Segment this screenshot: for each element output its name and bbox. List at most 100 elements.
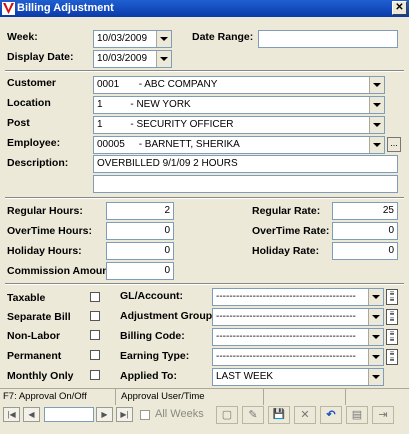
employee-dropdown-arrow-icon[interactable] (369, 137, 384, 153)
display-date-value: 10/03/2009 (97, 53, 148, 64)
monthly-only-label: Monthly Only (7, 370, 74, 382)
gl-account-label: GL/Account: (120, 290, 183, 302)
all-weeks-checkbox[interactable] (140, 410, 150, 420)
customer-dropdown-arrow-icon[interactable] (369, 77, 384, 93)
employee-dropdown[interactable]: 00005 - BARNETT, SHERIKA (93, 136, 385, 154)
overtime-hours-input[interactable]: 0 (106, 222, 174, 240)
close-button[interactable]: ✕ (392, 1, 407, 15)
first-record-icon[interactable]: |◀ (3, 407, 20, 422)
commission-amount-label: Commission Amount: (7, 265, 116, 277)
post-label: Post (7, 117, 30, 129)
taxable-checkbox[interactable] (90, 292, 100, 302)
gl-account-dropdown-arrow-icon[interactable] (368, 289, 383, 305)
adjustment-group-value: ----------------------------------------… (216, 311, 356, 322)
display-date-dropdown-arrow-icon[interactable] (156, 51, 171, 67)
info-bar: F7: Approval On/Off Approval User/Time (0, 388, 409, 405)
holiday-hours-input[interactable]: 0 (106, 242, 174, 260)
applied-to-value: LAST WEEK (216, 371, 274, 382)
applied-to-dropdown-arrow-icon[interactable] (368, 369, 383, 385)
delete-record-icon[interactable]: ✕ (294, 406, 316, 424)
billing-code-dropdown[interactable]: ----------------------------------------… (212, 328, 384, 346)
display-date-label: Display Date: (7, 51, 74, 63)
applied-to-dropdown[interactable]: LAST WEEK (212, 368, 384, 386)
divider (5, 70, 404, 72)
non-labor-checkbox[interactable] (90, 330, 100, 340)
employee-lookup-button[interactable]: ... (387, 137, 401, 152)
employee-label: Employee: (7, 137, 61, 149)
save-record-icon[interactable]: 💾 (268, 406, 290, 424)
post-dropdown[interactable]: 1 - SECURITY OFFICER (93, 116, 385, 134)
applied-to-label: Applied To: (120, 370, 177, 382)
overtime-rate-label: OverTime Rate: (252, 225, 330, 237)
next-record-icon[interactable]: ▶ (96, 407, 113, 422)
customer-value: 0001 - ABC COMPANY (97, 79, 218, 90)
post-dropdown-arrow-icon[interactable] (369, 117, 384, 133)
location-dropdown-arrow-icon[interactable] (369, 97, 384, 113)
gl-account-dropdown[interactable]: ----------------------------------------… (212, 288, 384, 306)
monthly-only-checkbox[interactable] (90, 370, 100, 380)
exit-icon[interactable]: ⇥ (372, 406, 394, 424)
billing-code-value: ----------------------------------------… (216, 331, 356, 342)
billing-code-notes-icon[interactable]: ≡ ≡ (386, 329, 398, 345)
undo-icon[interactable]: ↶ (320, 406, 342, 424)
location-dropdown[interactable]: 1 - NEW YORK (93, 96, 385, 114)
post-value: 1 - SECURITY OFFICER (97, 119, 234, 130)
description-label: Description: (7, 157, 69, 169)
overtime-hours-label: OverTime Hours: (7, 225, 92, 237)
adjustment-group-dropdown-arrow-icon[interactable] (368, 309, 383, 325)
title-bar: Billing Adjustment ✕ (0, 0, 409, 17)
description-line1-input[interactable]: OVERBILLED 9/1/09 2 HOURS (93, 155, 398, 173)
regular-rate-input[interactable]: 25 (332, 202, 398, 220)
separate-bill-label: Separate Bill (7, 311, 71, 323)
earning-type-notes-icon[interactable]: ≡ ≡ (386, 349, 398, 365)
location-label: Location (7, 97, 51, 109)
earning-type-label: Earning Type: (120, 350, 190, 362)
separate-bill-checkbox[interactable] (90, 311, 100, 321)
earning-type-value: ----------------------------------------… (216, 351, 356, 362)
non-labor-label: Non-Labor (7, 330, 61, 342)
holiday-rate-input[interactable]: 0 (332, 242, 398, 260)
overtime-rate-input[interactable]: 0 (332, 222, 398, 240)
gl-account-value: ----------------------------------------… (216, 291, 356, 302)
gl-account-notes-icon[interactable]: ≡ ≡ (386, 289, 398, 305)
window-title: Billing Adjustment (17, 2, 114, 14)
billing-code-dropdown-arrow-icon[interactable] (368, 329, 383, 345)
approval-user-time: Approval User/Time (118, 389, 264, 405)
taxable-label: Taxable (7, 292, 46, 304)
regular-hours-label: Regular Hours: (7, 205, 83, 217)
new-record-icon[interactable]: ▢ (216, 406, 238, 424)
last-record-icon[interactable]: ▶| (116, 407, 133, 422)
commission-amount-input[interactable]: 0 (106, 262, 174, 280)
date-range-label: Date Range: (192, 31, 254, 43)
week-dropdown[interactable]: 10/03/2009 (93, 30, 172, 48)
customer-label: Customer (7, 77, 57, 89)
bottom-toolbar: |◀ ◀ ▶ ▶| All Weeks ▢ ✎ 💾 ✕ ↶ ▤ ⇥ (0, 405, 409, 434)
divider (5, 283, 404, 285)
approval-hint: F7: Approval On/Off (0, 389, 116, 405)
regular-hours-input[interactable]: 2 (106, 202, 174, 220)
description-line2-input[interactable] (93, 175, 398, 193)
holiday-rate-label: Holiday Rate: (252, 245, 320, 257)
display-date-dropdown[interactable]: 10/03/2009 (93, 50, 172, 68)
billing-code-label: Billing Code: (120, 330, 185, 342)
edit-record-icon[interactable]: ✎ (242, 406, 264, 424)
regular-rate-label: Regular Rate: (252, 205, 321, 217)
record-position-input[interactable] (44, 407, 94, 422)
adjustment-group-label: Adjustment Group: (120, 310, 216, 322)
location-value: 1 - NEW YORK (97, 99, 191, 110)
adjustment-group-dropdown[interactable]: ----------------------------------------… (212, 308, 384, 326)
permanent-checkbox[interactable] (90, 350, 100, 360)
week-label: Week: (7, 31, 38, 43)
app-logo-icon (2, 2, 15, 15)
print-icon[interactable]: ▤ (346, 406, 368, 424)
permanent-label: Permanent (7, 350, 62, 362)
holiday-hours-label: Holiday Hours: (7, 245, 82, 257)
date-range-input[interactable] (258, 30, 398, 48)
status-panel (262, 389, 346, 405)
customer-dropdown[interactable]: 0001 - ABC COMPANY (93, 76, 385, 94)
earning-type-dropdown-arrow-icon[interactable] (368, 349, 383, 365)
adjustment-group-notes-icon[interactable]: ≡ ≡ (386, 309, 398, 325)
week-dropdown-arrow-icon[interactable] (156, 31, 171, 47)
previous-record-icon[interactable]: ◀ (23, 407, 40, 422)
earning-type-dropdown[interactable]: ----------------------------------------… (212, 348, 384, 366)
